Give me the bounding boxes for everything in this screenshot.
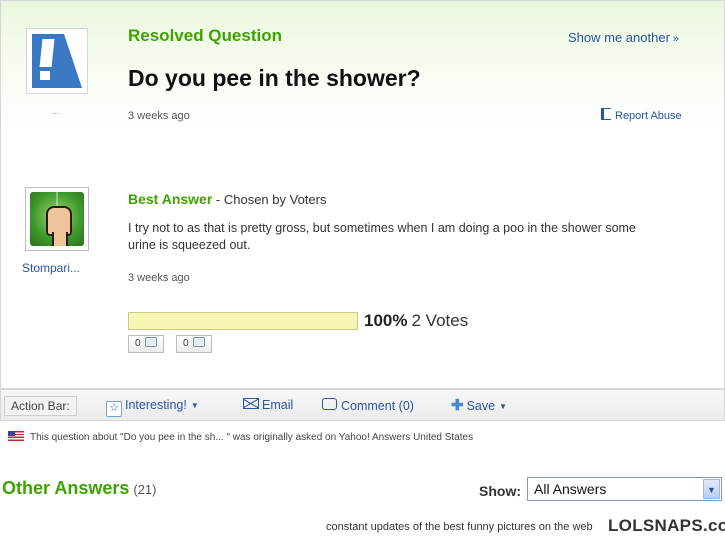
action-bar-label: Action Bar: xyxy=(4,396,77,416)
question-avatar xyxy=(26,28,88,94)
show-me-another-link[interactable]: Show me another» xyxy=(568,30,679,45)
vote-result: 100% 2 Votes xyxy=(364,311,468,331)
best-answer-panel xyxy=(0,166,725,389)
flag-icon xyxy=(601,108,611,120)
vote-percent: 100% xyxy=(364,311,408,330)
raised-fist-icon xyxy=(30,192,84,246)
star-icon: ☆ xyxy=(106,401,122,417)
email-label: Email xyxy=(262,398,294,412)
show-filter-label: Show: xyxy=(479,483,521,499)
show-another-label: Show me another xyxy=(568,30,670,45)
email-button[interactable]: Email xyxy=(243,398,293,413)
origin-note: This question about "Do you pee in the s… xyxy=(8,431,473,443)
answer-timestamp: 3 weeks ago xyxy=(128,272,190,284)
comment-icon xyxy=(322,398,337,410)
footer-tagline: constant updates of the best funny pictu… xyxy=(326,521,593,533)
best-answer-label: Best Answer xyxy=(128,191,213,207)
thumbs-down-icon xyxy=(192,337,205,347)
thumbs-down-button[interactable]: 0 xyxy=(176,335,212,353)
comment-button[interactable]: Comment (0) xyxy=(322,398,414,414)
selected-option: All Answers xyxy=(534,481,607,497)
asker-name[interactable]: ... xyxy=(52,106,60,116)
other-answers-heading: Other Answers (21) xyxy=(2,478,157,499)
chevron-down-icon: ▼ xyxy=(499,402,507,411)
best-answer-heading: Best Answer - Chosen by Voters xyxy=(128,191,326,207)
plus-icon: ✚ xyxy=(451,397,464,414)
save-label: Save xyxy=(466,399,496,413)
interesting-label: Interesting! xyxy=(125,398,187,412)
other-answers-label: Other Answers xyxy=(2,478,130,498)
best-answer-text: I try not to as that is pretty gross, bu… xyxy=(128,221,636,252)
chevron-down-icon[interactable]: ▼ xyxy=(703,479,720,499)
chevron-down-icon: ▼ xyxy=(190,401,199,410)
report-abuse-link[interactable]: Report Abuse xyxy=(601,108,682,122)
thumbs-up-icon xyxy=(144,337,157,347)
resolved-question-label: Resolved Question xyxy=(128,26,282,45)
chosen-by-label: - Chosen by Voters xyxy=(212,192,327,207)
interesting-button[interactable]: ☆ Interesting! ▼ xyxy=(106,398,199,417)
us-flag-icon xyxy=(8,431,24,441)
vote-count: 2 Votes xyxy=(411,311,469,330)
answerer-avatar[interactable] xyxy=(25,187,89,251)
thumbs-down-count: 0 xyxy=(183,338,189,349)
report-abuse-label: Report Abuse xyxy=(615,110,682,122)
thumbs-up-count: 0 xyxy=(135,338,141,349)
vote-bar xyxy=(128,312,358,330)
thumbs-up-button[interactable]: 0 xyxy=(128,335,164,353)
question-timestamp: 3 weeks ago xyxy=(128,110,190,122)
show-filter-select[interactable]: All Answers ▼ xyxy=(527,477,722,501)
answerer-username[interactable]: Stompari... xyxy=(22,261,80,275)
brand-logo: LOLSNAPS.com xyxy=(608,516,725,535)
other-answers-count: (21) xyxy=(133,482,157,497)
question-title: Do you pee in the shower? xyxy=(128,65,421,91)
comment-label: Comment (0) xyxy=(341,399,414,413)
origin-note-text: This question about "Do you pee in the s… xyxy=(30,432,474,443)
save-button[interactable]: ✚ Save ▼ xyxy=(451,398,507,414)
envelope-icon xyxy=(243,398,259,409)
double-arrow-icon: » xyxy=(672,33,680,45)
